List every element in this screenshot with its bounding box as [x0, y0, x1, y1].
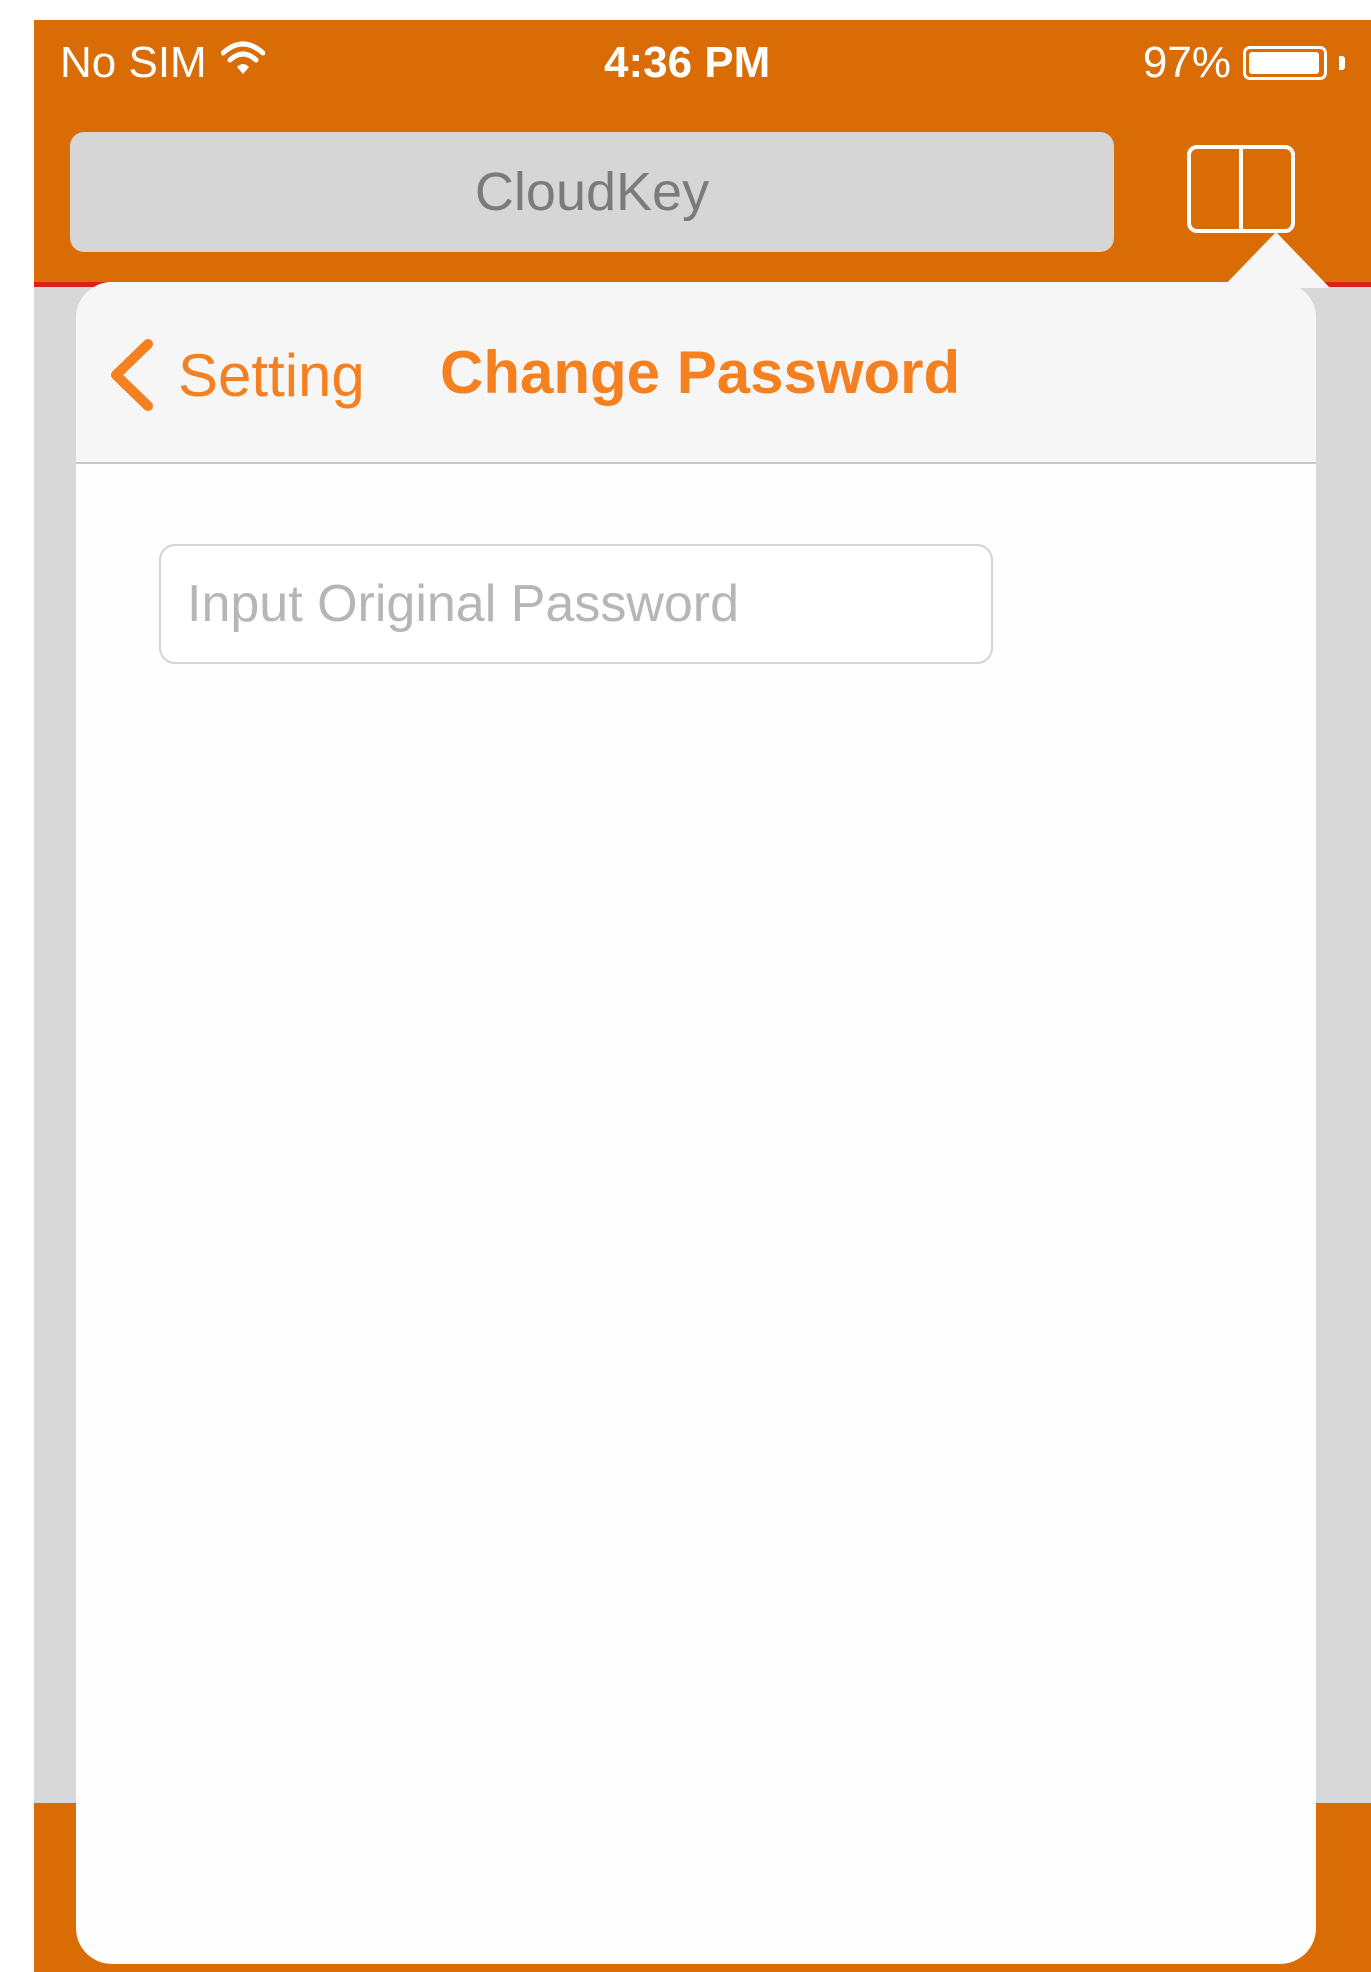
battery-nub: [1339, 56, 1345, 70]
status-bar: No SIM 4:36 PM 97%: [34, 20, 1371, 102]
address-field[interactable]: CloudKey: [70, 132, 1114, 252]
browser-toolbar: CloudKey: [34, 102, 1371, 282]
back-label: Setting: [178, 341, 365, 409]
status-right: 97%: [1143, 38, 1345, 88]
popover-arrow: [1222, 232, 1330, 288]
status-left: No SIM: [60, 38, 266, 88]
battery-icon: [1243, 46, 1327, 80]
wifi-icon: [220, 38, 266, 88]
settings-popover: Setting Change Password: [76, 282, 1316, 1964]
back-button[interactable]: Setting: [106, 338, 365, 412]
status-time: 4:36 PM: [604, 38, 771, 87]
battery-percent: 97%: [1142, 38, 1231, 87]
page-title: Change Password: [440, 339, 961, 406]
battery-fill: [1249, 52, 1319, 74]
carrier-label: No SIM: [60, 38, 207, 87]
bookmarks-button[interactable]: [1182, 136, 1300, 246]
chevron-left-icon: [111, 339, 153, 411]
popover-nav-bar: Setting Change Password: [76, 282, 1316, 464]
book-icon: [1187, 145, 1295, 233]
original-password-input[interactable]: [159, 544, 993, 664]
